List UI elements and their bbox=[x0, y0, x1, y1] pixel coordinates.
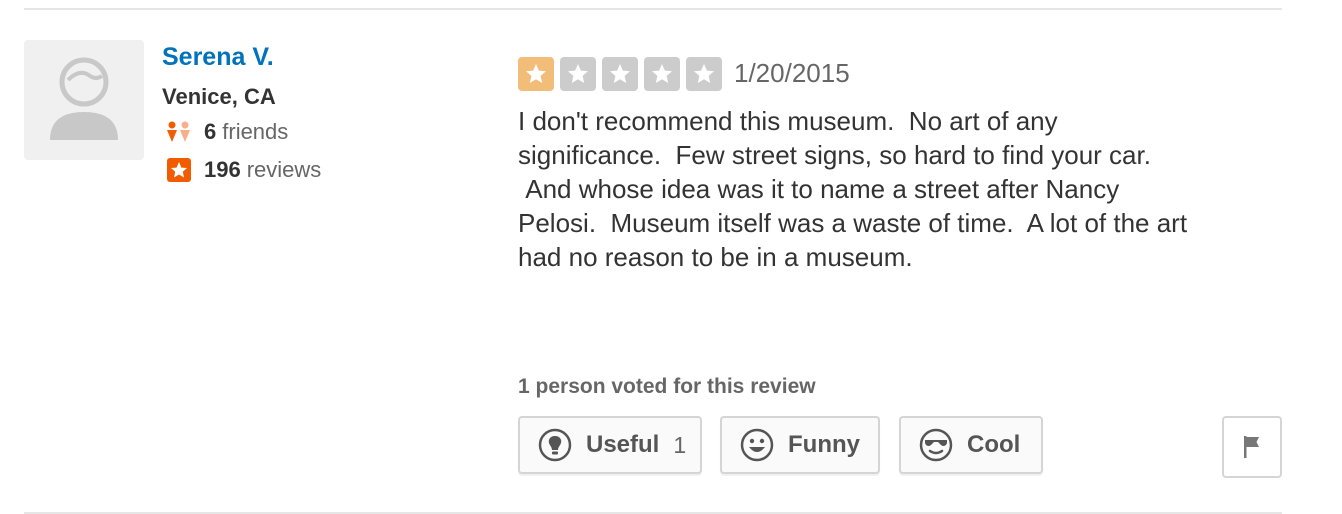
default-avatar-icon bbox=[50, 57, 118, 140]
star-empty bbox=[602, 57, 638, 91]
reviews-stat: 196 reviews bbox=[166, 157, 322, 182]
star-icon bbox=[694, 64, 714, 83]
star-icon bbox=[652, 64, 672, 83]
useful-label: Useful bbox=[586, 431, 660, 458]
vote-summary: 1 person voted for this review bbox=[518, 375, 816, 398]
useful-count: 1 bbox=[673, 431, 687, 458]
top-divider bbox=[24, 8, 1282, 10]
useful-button[interactable]: Useful 1 bbox=[518, 416, 702, 474]
funny-label: Funny bbox=[788, 431, 860, 458]
review-text: I don't recommend this museum. No art of… bbox=[518, 106, 1188, 272]
star-icon bbox=[526, 64, 546, 83]
friends-label: friends bbox=[222, 119, 289, 144]
cool-label: Cool bbox=[967, 431, 1021, 458]
sunglasses-icon bbox=[919, 428, 953, 462]
user-avatar[interactable] bbox=[24, 40, 144, 160]
friends-icon bbox=[166, 120, 192, 144]
smiley-icon bbox=[740, 428, 774, 462]
star-empty bbox=[560, 57, 596, 91]
flag-button[interactable] bbox=[1222, 416, 1282, 478]
reviews-label: reviews bbox=[246, 157, 322, 182]
star-icon bbox=[568, 64, 588, 83]
lightbulb-icon bbox=[538, 428, 572, 462]
reviews-count: 196 bbox=[204, 157, 241, 182]
star-empty bbox=[644, 57, 680, 91]
friends-count: 6 bbox=[204, 119, 217, 144]
funny-button[interactable]: Funny bbox=[720, 416, 880, 474]
star-badge-icon bbox=[166, 158, 192, 182]
user-location: Venice, CA bbox=[162, 84, 276, 109]
flag-icon bbox=[1244, 436, 1259, 458]
star-icon bbox=[610, 64, 630, 83]
star-empty bbox=[686, 57, 722, 91]
user-name-link[interactable]: Serena V. bbox=[162, 43, 274, 72]
review-date: 1/20/2015 bbox=[734, 58, 850, 88]
star-filled bbox=[518, 57, 554, 91]
cool-button[interactable]: Cool bbox=[899, 416, 1043, 474]
star-rating bbox=[518, 57, 722, 91]
friends-stat: 6 friends bbox=[166, 119, 289, 144]
